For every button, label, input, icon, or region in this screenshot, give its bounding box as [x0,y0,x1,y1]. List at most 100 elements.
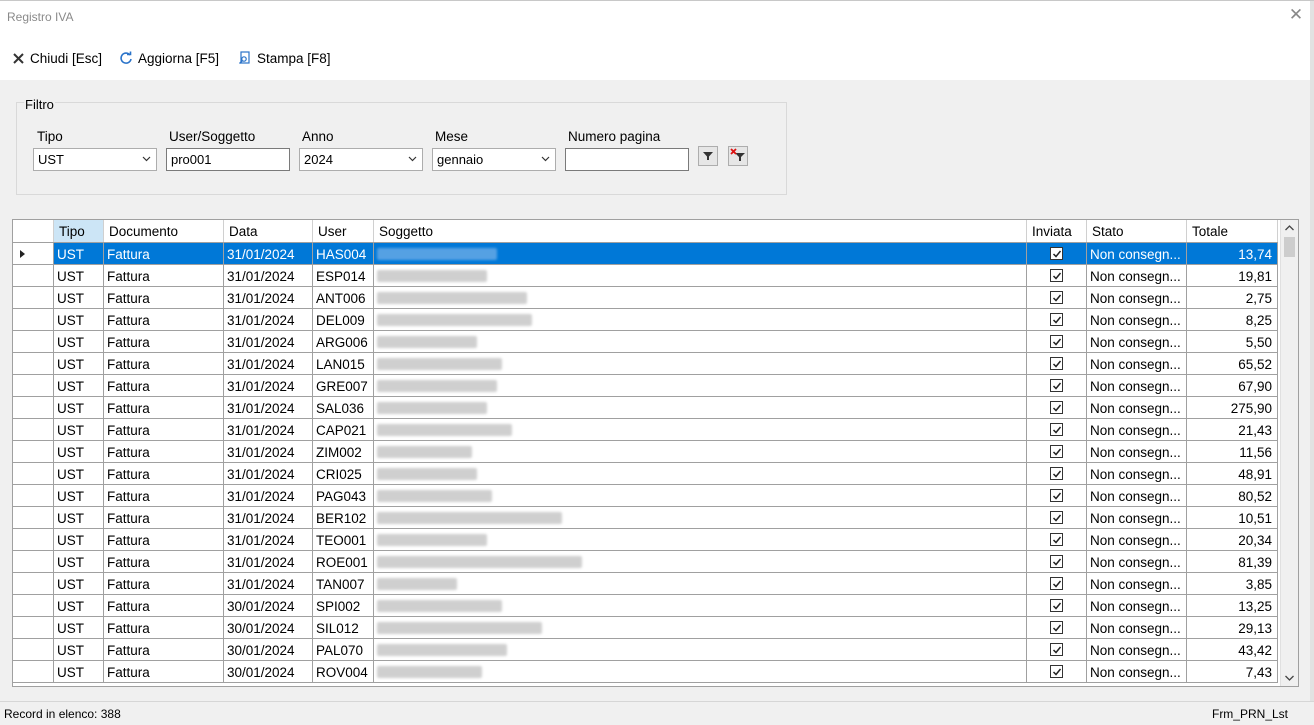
column-header-user[interactable]: User [313,220,374,242]
table-row[interactable]: UST Fattura 31/01/2024 BER102 Non consegn...… [13,507,1278,529]
inviata-checkbox[interactable] [1050,313,1063,326]
column-header-totale[interactable]: Totale [1187,220,1278,242]
scroll-up-icon[interactable] [1284,223,1295,233]
anno-select[interactable]: 2024 [299,148,423,171]
redacted-text [377,468,477,480]
inviata-checkbox[interactable] [1050,401,1063,414]
redacted-text [377,424,512,436]
cell-inviata [1027,331,1087,353]
inviata-checkbox[interactable] [1050,555,1063,568]
table-row[interactable]: UST Fattura 31/01/2024 DEL009 Non consegn...… [13,309,1278,331]
table-row[interactable]: UST Fattura 31/01/2024 LAN015 Non consegn...… [13,353,1278,375]
column-header-tipo[interactable]: Tipo [54,220,104,242]
cell-totale: 80,52 [1187,485,1278,507]
cell-tipo: UST [54,551,104,573]
inviata-checkbox[interactable] [1050,621,1063,634]
row-header [13,617,54,639]
cell-soggetto [374,639,1027,661]
anno-label: Anno [302,129,334,144]
inviata-checkbox[interactable] [1050,533,1063,546]
vertical-scrollbar[interactable] [1280,220,1298,686]
cell-user: SIL012 [313,617,374,639]
print-button[interactable]: Stampa [F8] [238,49,331,67]
cell-totale: 8,25 [1187,309,1278,331]
inviata-checkbox[interactable] [1050,489,1063,502]
table-row[interactable]: UST Fattura 31/01/2024 ROE001 Non consegn...… [13,551,1278,573]
inviata-checkbox[interactable] [1050,335,1063,348]
cell-stato: Non consegn... [1087,617,1187,639]
table-row[interactable]: UST Fattura 31/01/2024 TAN007 Non consegn...… [13,573,1278,595]
cell-soggetto [374,331,1027,353]
cell-user: HAS004 [313,243,374,265]
cell-inviata [1027,309,1087,331]
row-header [13,639,54,661]
inviata-checkbox[interactable] [1050,357,1063,370]
inviata-checkbox[interactable] [1050,423,1063,436]
cell-documento: Fattura [104,397,224,419]
cell-tipo: UST [54,485,104,507]
close-button[interactable]: Chiudi [Esc] [12,49,102,67]
table-row[interactable]: UST Fattura 30/01/2024 PAL070 Non consegn...… [13,639,1278,661]
inviata-checkbox[interactable] [1050,511,1063,524]
clear-filter-button[interactable] [728,146,748,166]
table-row[interactable]: UST Fattura 31/01/2024 ESP014 Non consegn...… [13,265,1278,287]
table-row[interactable]: UST Fattura 30/01/2024 SIL012 Non consegn...… [13,617,1278,639]
scroll-thumb[interactable] [1284,237,1295,257]
cell-stato: Non consegn... [1087,639,1187,661]
column-header-inviata[interactable]: Inviata [1027,220,1087,242]
cell-soggetto [374,661,1027,683]
inviata-checkbox[interactable] [1050,577,1063,590]
cell-totale: 43,42 [1187,639,1278,661]
column-header-documento[interactable]: Documento [104,220,224,242]
row-header [13,463,54,485]
cell-data: 31/01/2024 [224,485,313,507]
inviata-checkbox[interactable] [1050,665,1063,678]
table-row[interactable]: UST Fattura 31/01/2024 HAS004 Non consegn...… [13,243,1278,265]
cell-data: 31/01/2024 [224,397,313,419]
tipo-select[interactable]: UST [33,148,157,171]
cell-user: CRI025 [313,463,374,485]
cell-user: ZIM002 [313,441,374,463]
table-row[interactable]: UST Fattura 30/01/2024 SPI002 Non consegn...… [13,595,1278,617]
user-input[interactable] [166,148,290,171]
cell-soggetto [374,375,1027,397]
apply-filter-button[interactable] [698,146,718,166]
table-row[interactable]: UST Fattura 31/01/2024 SAL036 Non consegn...… [13,397,1278,419]
cell-data: 31/01/2024 [224,375,313,397]
records-grid[interactable]: Tipo Documento Data User Soggetto Inviat… [12,219,1299,687]
inviata-checkbox[interactable] [1050,599,1063,612]
table-row[interactable]: UST Fattura 31/01/2024 ZIM002 Non consegn...… [13,441,1278,463]
cell-documento: Fattura [104,265,224,287]
inviata-checkbox[interactable] [1050,247,1063,260]
column-header-data[interactable]: Data [224,220,313,242]
row-header [13,441,54,463]
mese-select[interactable]: gennaio [432,148,556,171]
redacted-text [377,666,482,678]
cell-totale: 5,50 [1187,331,1278,353]
table-row[interactable]: UST Fattura 31/01/2024 ANT006 Non consegn...… [13,287,1278,309]
table-row[interactable]: UST Fattura 31/01/2024 GRE007 Non consegn...… [13,375,1278,397]
table-row[interactable]: UST Fattura 31/01/2024 ARG006 Non consegn...… [13,331,1278,353]
column-header-stato[interactable]: Stato [1087,220,1187,242]
inviata-checkbox[interactable] [1050,445,1063,458]
cell-inviata [1027,573,1087,595]
scroll-down-icon[interactable] [1284,673,1295,683]
refresh-button[interactable]: Aggiorna [F5] [119,49,219,67]
inviata-checkbox[interactable] [1050,269,1063,282]
table-row[interactable]: UST Fattura 30/01/2024 ROV004 Non consegn...… [13,661,1278,683]
table-row[interactable]: UST Fattura 31/01/2024 CAP021 Non consegn...… [13,419,1278,441]
redacted-text [377,490,492,502]
inviata-checkbox[interactable] [1050,379,1063,392]
chevron-down-icon [541,156,550,162]
pagina-input[interactable] [565,148,689,171]
table-row[interactable]: UST Fattura 31/01/2024 TEO001 Non consegn...… [13,529,1278,551]
inviata-checkbox[interactable] [1050,467,1063,480]
cell-user: SAL036 [313,397,374,419]
table-row[interactable]: UST Fattura 31/01/2024 CRI025 Non consegn...… [13,463,1278,485]
inviata-checkbox[interactable] [1050,643,1063,656]
redacted-text [377,402,487,414]
inviata-checkbox[interactable] [1050,291,1063,304]
column-header-soggetto[interactable]: Soggetto [374,220,1027,242]
table-row[interactable]: UST Fattura 31/01/2024 PAG043 Non consegn...… [13,485,1278,507]
close-icon[interactable]: ✕ [1288,6,1304,23]
